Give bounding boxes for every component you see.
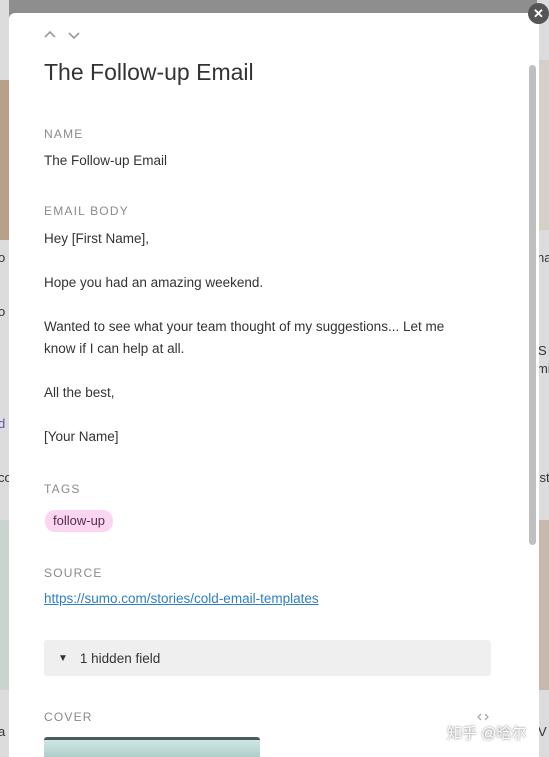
background-card-image <box>0 80 9 240</box>
email-body-field-label: EMAIL BODY <box>44 204 129 218</box>
name-field-value[interactable]: The Follow-up Email <box>44 153 167 168</box>
record-detail-modal: The Follow-up Email NAME The Follow-up E… <box>9 13 539 757</box>
source-link[interactable]: https://sumo.com/stories/cold-email-temp… <box>44 591 319 606</box>
email-body-line: All the best, <box>44 385 115 400</box>
background-text: S <box>538 343 547 358</box>
background-gallery-left: o o d co a <box>0 0 9 757</box>
close-icon: ✕ <box>533 6 544 21</box>
background-text: V <box>538 724 547 739</box>
email-body-line: know if I can help at all. <box>44 341 185 356</box>
cover-image-thumbnail[interactable] <box>44 737 260 757</box>
triangle-down-icon: ▼ <box>58 652 68 664</box>
close-button[interactable]: ✕ <box>528 3 549 24</box>
background-text: a <box>0 724 6 739</box>
background-text: o <box>0 304 6 319</box>
next-record-button[interactable] <box>66 28 82 42</box>
background-text: d <box>0 416 6 431</box>
tag-follow-up[interactable]: follow-up <box>45 510 114 532</box>
cover-field-label: COVER <box>44 710 93 724</box>
record-navigation <box>42 28 82 42</box>
source-field-label: SOURCE <box>44 566 103 580</box>
previous-record-button[interactable] <box>42 28 58 42</box>
name-field-label: NAME <box>44 127 84 141</box>
email-body-line: [Your Name] <box>44 429 119 444</box>
tags-field-label: TAGS <box>44 482 81 496</box>
chevron-up-icon <box>44 30 56 38</box>
code-icon <box>477 713 489 721</box>
watermark: 知乎 @晗尔 <box>447 725 527 742</box>
email-body-line: Hope you had an amazing weekend. <box>44 275 264 290</box>
email-body-line: Wanted to see what your team thought of … <box>44 319 445 334</box>
background-text: o <box>0 250 6 265</box>
background-card-image <box>0 520 9 690</box>
hidden-fields-label: 1 hidden field <box>79 650 161 666</box>
chevron-down-icon <box>68 32 80 40</box>
scrollbar[interactable] <box>529 65 536 545</box>
email-body-line: Hey [First Name], <box>44 231 150 246</box>
hidden-fields-toggle[interactable]: ▼ 1 hidden field <box>44 640 491 676</box>
record-title: The Follow-up Email <box>44 59 254 85</box>
background-text: co <box>0 470 9 485</box>
